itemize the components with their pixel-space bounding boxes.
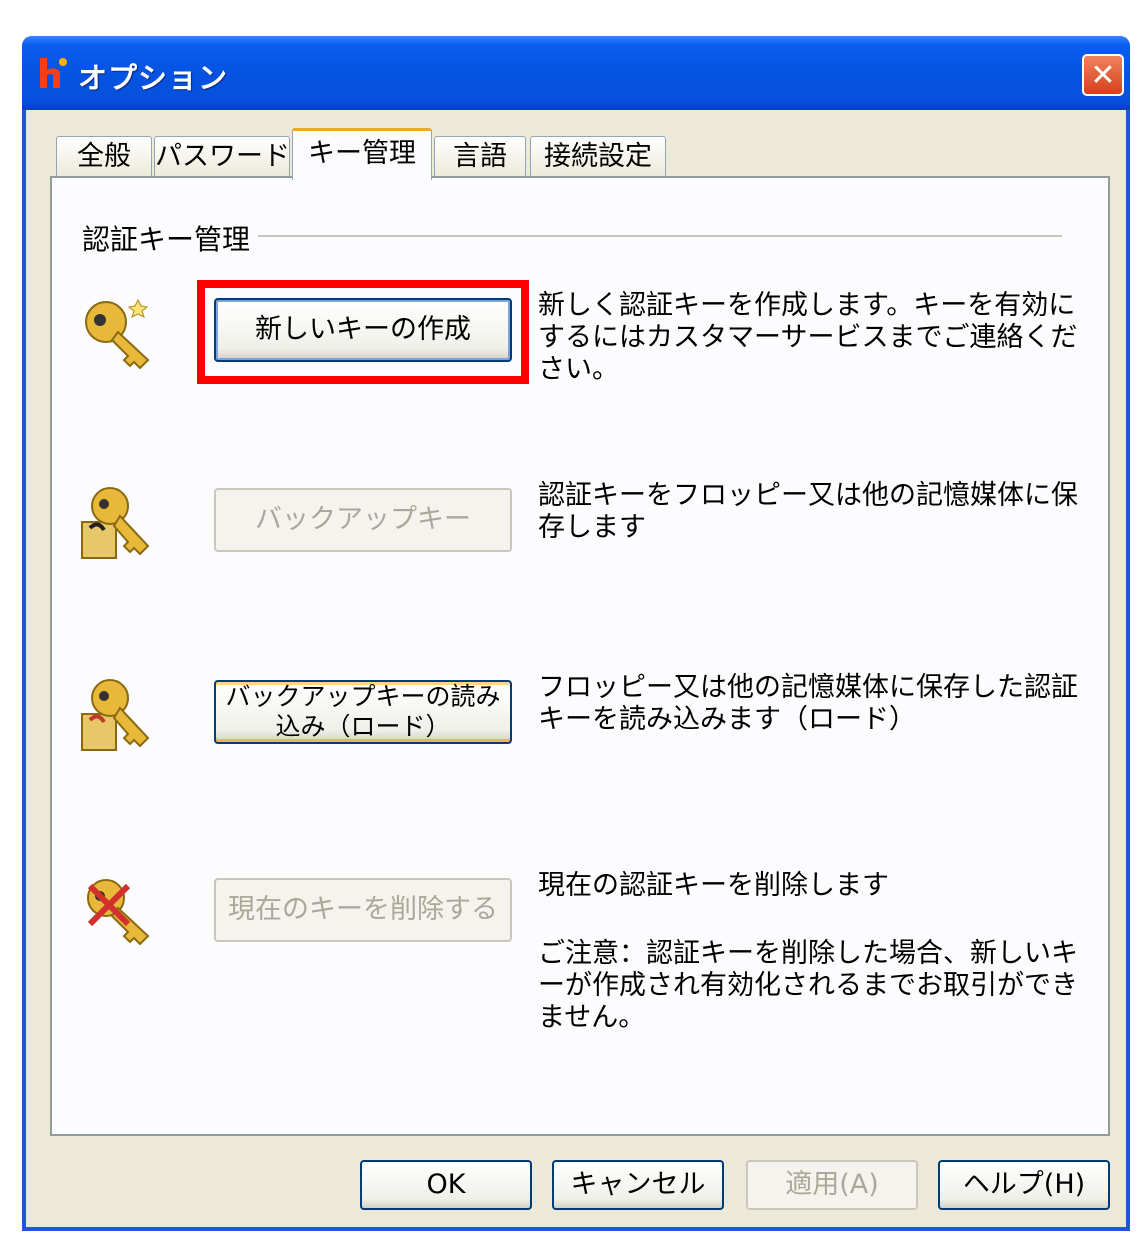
delete-key-note: ご注意：認証キーを削除した場合、新しいキーが作成され有効化されるまでお取引ができ… [538,938,1078,1033]
highlight-box [197,280,529,384]
tab-password[interactable]: パスワード [154,136,290,178]
dialog-client-area: 全般 パスワード キー管理 言語 接続設定 認証キー管理 新しいキーの作成 新し… [26,110,1126,1227]
tab-panel-key-management: 認証キー管理 新しいキーの作成 新しく認証キーを作成します。キーを有効にするには… [50,176,1110,1136]
backup-key-description: 認証キーをフロッピー又は他の記憶媒体に保存します [538,480,1078,543]
key-load-icon [81,679,150,751]
group-divider [252,235,1062,237]
key-backup-icon [81,487,150,559]
tab-key-management[interactable]: キー管理 [292,128,432,180]
ok-button[interactable]: OK [360,1160,532,1210]
backup-key-button[interactable]: バックアップキー [214,488,512,552]
tab-general[interactable]: 全般 [56,136,152,178]
tab-connection-settings[interactable]: 接続設定 [530,136,666,178]
create-new-key-description: 新しく認証キーを作成します。キーを有効にするにはカスタマーサービスまでご連絡くだ… [538,290,1078,385]
load-backup-key-description: フロッピー又は他の記憶媒体に保存した認証キーを読み込みます（ロード） [538,672,1078,735]
options-dialog: オプション ✕ 全般 パスワード キー管理 言語 接続設定 認証キー管理 新しい… [22,36,1130,1231]
app-icon [40,58,67,88]
close-icon: ✕ [1090,57,1116,93]
key-new-icon [85,298,150,370]
load-backup-key-button[interactable]: バックアップキーの読み込み（ロード） [214,680,512,744]
delete-key-button[interactable]: 現在のキーを削除する [214,878,512,942]
group-label: 認証キー管理 [82,218,259,258]
cancel-button[interactable]: キャンセル [552,1160,724,1210]
tab-language[interactable]: 言語 [434,136,526,178]
close-button[interactable]: ✕ [1082,54,1124,96]
delete-key-description: 現在の認証キーを削除します [538,870,889,901]
window-title: オプション [78,61,229,95]
apply-button[interactable]: 適用(A) [746,1160,918,1210]
key-delete-icon [87,879,150,946]
title-bar[interactable]: オプション ✕ [22,36,1130,110]
help-button[interactable]: ヘルプ(H) [938,1160,1110,1210]
